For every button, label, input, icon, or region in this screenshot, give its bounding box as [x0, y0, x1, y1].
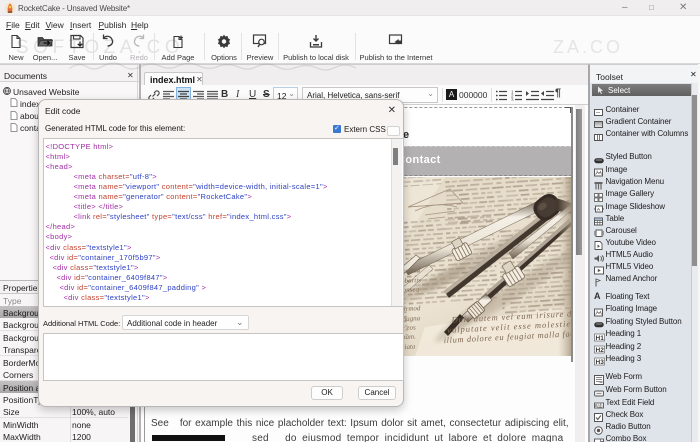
- svg-text:H3: H3: [596, 359, 605, 366]
- svg-text:tiata: tiata: [402, 342, 416, 351]
- svg-text:ham.: ham.: [402, 332, 416, 341]
- svg-text:3: 3: [511, 97, 514, 101]
